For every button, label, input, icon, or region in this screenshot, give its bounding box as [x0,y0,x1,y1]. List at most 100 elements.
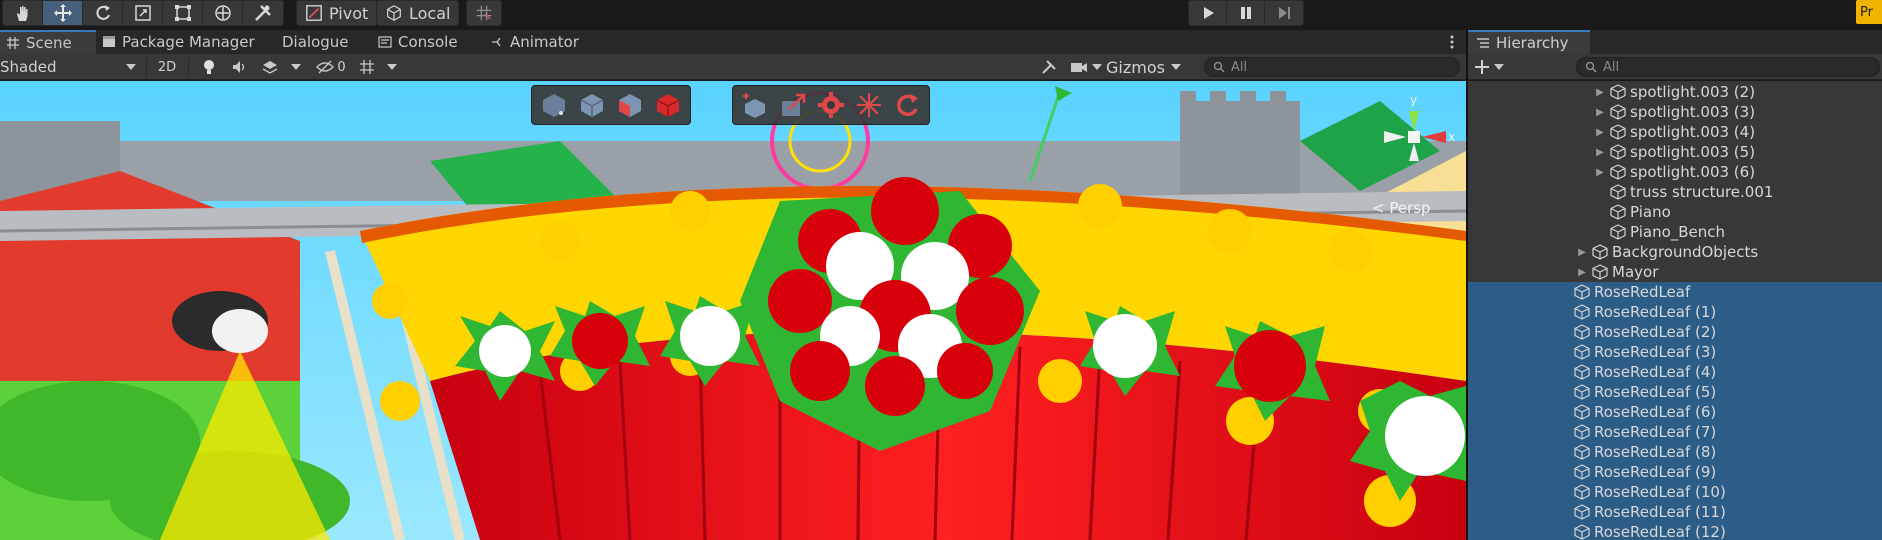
effects-dropdown[interactable] [290,56,302,78]
hierarchy-item[interactable]: RoseRedLeaf (12) [1468,522,1882,540]
gameobject-cube-icon [1574,324,1590,340]
overlay-new-shape-button[interactable] [737,88,773,122]
hierarchy-item[interactable]: ▶ spotlight.003 (5) [1468,142,1882,162]
hierarchy-item[interactable]: RoseRedLeaf (8) [1468,442,1882,462]
orientation-gizmo[interactable]: y x [1364,91,1464,191]
overlay-export-button[interactable] [775,88,811,122]
neg-y-axis-cone[interactable] [1409,143,1419,161]
neg-x-axis-cone[interactable] [1384,131,1406,143]
overlay-cube-button[interactable] [574,88,610,122]
hierarchy-item[interactable]: ▶ spotlight.003 (3) [1468,102,1882,122]
hierarchy-item[interactable]: truss structure.001 [1468,182,1882,202]
expand-arrow-icon[interactable]: ▶ [1576,262,1588,282]
search-icon [1213,61,1225,73]
hierarchy-item[interactable]: RoseRedLeaf (1) [1468,302,1882,322]
grid-toggle-button[interactable] [356,56,378,78]
tab-console[interactable]: Console [372,30,464,54]
expand-arrow-icon[interactable]: ▶ [1576,242,1588,262]
hierarchy-item[interactable]: RoseRedLeaf [1468,282,1882,302]
overlay-burst-button[interactable] [851,88,887,122]
hierarchy-item[interactable]: RoseRedLeaf (5) [1468,382,1882,402]
hierarchy-item[interactable]: RoseRedLeaf (2) [1468,322,1882,342]
hierarchy-search-input[interactable]: All [1576,57,1880,77]
scene-viewport[interactable]: y x < Persp [0,81,1466,540]
overlay-cube-dots-button[interactable] [536,88,572,122]
chevron-down-icon [1170,64,1181,70]
gameobject-cube-icon [1574,344,1590,360]
hierarchy-item[interactable]: ▶ BackgroundObjects [1468,242,1882,262]
hierarchy-item[interactable]: RoseRedLeaf (11) [1468,502,1882,522]
create-dropdown-button[interactable] [1474,57,1504,77]
hierarchy-item-label: RoseRedLeaf (8) [1594,443,1717,461]
hierarchy-item[interactable]: RoseRedLeaf (7) [1468,422,1882,442]
cube-red-icon [656,94,680,117]
step-button[interactable] [1265,1,1303,25]
hidden-objects-toggle[interactable]: 0 [312,56,350,78]
hierarchy-item[interactable]: ▶ spotlight.003 (6) [1468,162,1882,182]
chevron-down-icon [126,64,136,70]
gizmo-center-cube[interactable] [1408,131,1420,143]
hierarchy-item[interactable]: ▶ spotlight.003 (2) [1468,82,1882,102]
tab-dialogue[interactable]: Dialogue [276,30,355,54]
gameobject-cube-icon [1610,184,1626,200]
hand-tool-button[interactable] [3,1,43,25]
overlay-cube-face-button[interactable] [612,88,648,122]
y-axis-cone[interactable] [1409,111,1419,131]
overlay-gear-button[interactable] [813,88,849,122]
pivot-toggle-button[interactable]: Pivot [296,0,378,26]
expand-arrow-icon[interactable]: ▶ [1594,162,1606,182]
move-tool-button[interactable] [43,1,83,25]
gizmos-dropdown[interactable]: Gizmos [1106,56,1181,78]
hierarchy-item[interactable]: RoseRedLeaf (4) [1468,362,1882,382]
hierarchy-item[interactable]: RoseRedLeaf (9) [1468,462,1882,482]
overlay-cube-red-button[interactable] [650,88,686,122]
hierarchy-item[interactable]: ▶ spotlight.003 (4) [1468,122,1882,142]
tab-package-manager[interactable]: Package Manager [96,30,261,54]
play-button[interactable] [1189,1,1227,25]
effects-toggle-button[interactable] [258,56,282,78]
expand-arrow-icon[interactable]: ▶ [1594,82,1606,102]
scale-tool-button[interactable] [123,1,163,25]
grid-snap-icon [476,5,492,21]
lighting-toggle-button[interactable] [196,56,222,78]
grid-snap-button[interactable] [466,0,502,26]
custom-tool-button[interactable] [243,1,283,25]
transform-tool-button[interactable] [203,1,243,25]
tab-hierarchy[interactable]: Hierarchy [1468,30,1590,54]
scene-search-input[interactable]: All [1204,57,1460,77]
local-toggle-button[interactable]: Local [376,0,460,26]
chevron-down-icon [1092,64,1102,70]
tab-animator-label: Animator [510,33,579,51]
rect-transform-icon [174,5,191,21]
expand-arrow-icon[interactable]: ▶ [1594,142,1606,162]
gameobject-cube-icon [1574,384,1590,400]
audio-toggle-button[interactable] [228,56,252,78]
tools-settings-button[interactable] [1036,56,1062,78]
expand-arrow-icon[interactable]: ▶ [1594,102,1606,122]
expand-arrow-icon[interactable]: ▶ [1594,122,1606,142]
corner-badge[interactable]: Pr [1856,0,1882,24]
tab-animator[interactable]: Animator [484,30,585,54]
perspective-label[interactable]: < Persp [1372,199,1431,217]
overlay-refresh-button[interactable] [889,88,925,122]
rotate-tool-button[interactable] [83,1,123,25]
tab-scene[interactable]: Scene [0,30,96,54]
hierarchy-item[interactable]: RoseRedLeaf (6) [1468,402,1882,422]
grid-dropdown[interactable] [386,56,398,78]
more-options-icon[interactable] [1450,34,1454,50]
hierarchy-item[interactable]: RoseRedLeaf (10) [1468,482,1882,502]
camera-settings-dropdown[interactable] [1068,56,1104,78]
pause-button[interactable] [1227,1,1265,25]
2d-toggle-button[interactable]: 2D [152,56,182,78]
hierarchy-item[interactable]: ▶ Mayor [1468,262,1882,282]
x-axis-cone[interactable] [1422,131,1446,143]
hierarchy-item[interactable]: Piano [1468,202,1882,222]
hierarchy-item[interactable]: RoseRedLeaf (3) [1468,342,1882,362]
gameobject-cube-icon [1574,424,1590,440]
rect-tool-button[interactable] [163,1,203,25]
shading-mode-dropdown[interactable]: Shaded [0,56,142,78]
hierarchy-item[interactable]: Piano_Bench [1468,222,1882,242]
transform-tools-group [2,0,284,26]
